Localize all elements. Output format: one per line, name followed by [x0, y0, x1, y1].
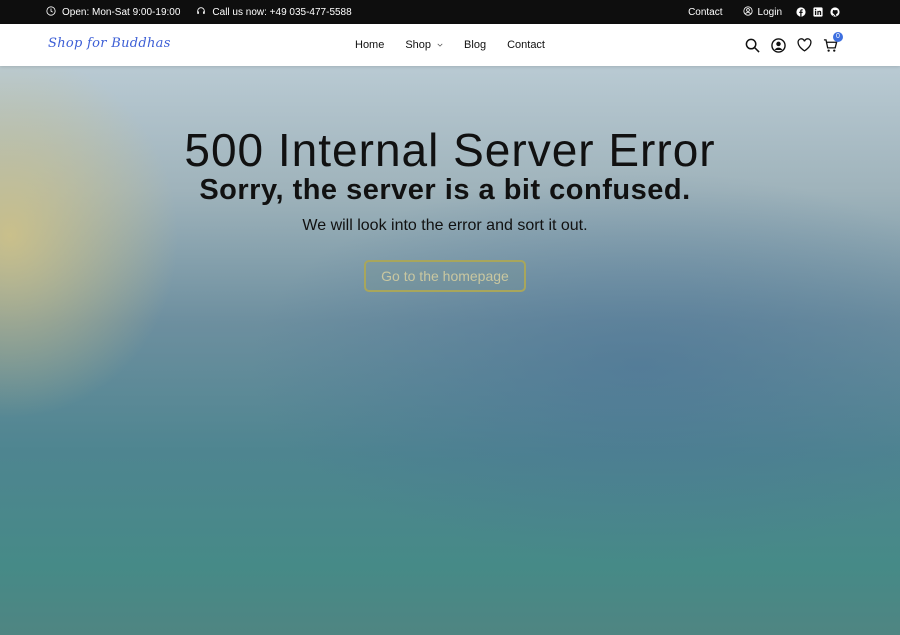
top-bar: Open: Mon-Sat 9:00-19:00 Call us now: +4… — [0, 0, 900, 24]
error-message: We will look into the error and sort it … — [302, 217, 588, 234]
homepage-button[interactable]: Go to the homepage — [364, 260, 526, 292]
user-circle-icon — [742, 5, 753, 19]
linkedin-icon[interactable] — [813, 7, 823, 17]
nav-blog-label: Blog — [464, 39, 487, 51]
nav-blog[interactable]: Blog — [464, 39, 486, 51]
header-actions: 0 — [745, 24, 843, 66]
top-bar-actions: Contact Login — [688, 0, 840, 24]
nav-shop[interactable]: Shop — [405, 39, 443, 51]
cart-icon[interactable]: 0 — [823, 31, 843, 53]
error-title: 500 Internal Server Error — [184, 124, 716, 176]
cart-count-badge: 0 — [833, 31, 843, 42]
nav-home[interactable]: Home — [355, 39, 384, 51]
clock-icon — [46, 5, 56, 19]
search-icon[interactable] — [745, 38, 760, 53]
heart-icon[interactable] — [797, 38, 812, 52]
opening-hours: Open: Mon-Sat 9:00-19:00 — [46, 5, 181, 19]
chevron-down-icon — [437, 39, 443, 51]
headset-icon — [196, 6, 206, 19]
error-hero: 500 Internal Server Error Sorry, the ser… — [0, 66, 900, 635]
nav-contact[interactable]: Contact — [507, 39, 545, 51]
account-icon[interactable] — [771, 37, 786, 53]
phone-info: Call us now: +49 035-477-5588 — [196, 6, 352, 19]
social-links — [796, 7, 840, 17]
login-link[interactable]: Login — [742, 5, 782, 19]
main-header: Shop for Buddhas Home Shop Blog Contact … — [0, 24, 900, 66]
top-bar-info: Open: Mon-Sat 9:00-19:00 Call us now: +4… — [46, 0, 362, 24]
nav-contact-label: Contact — [507, 39, 545, 51]
github-icon[interactable] — [830, 7, 840, 17]
error-subtitle: Sorry, the server is a bit confused. — [199, 174, 691, 206]
nav-shop-label: Shop — [405, 39, 432, 51]
top-contact-link[interactable]: Contact — [688, 7, 722, 18]
opening-hours-text: Open: Mon-Sat 9:00-19:00 — [62, 6, 181, 18]
main-nav: Home Shop Blog Contact — [355, 24, 566, 66]
facebook-icon[interactable] — [796, 7, 806, 17]
login-label: Login — [757, 6, 782, 18]
site-logo[interactable]: Shop for Buddhas — [48, 36, 171, 51]
phone-text: Call us now: +49 035-477-5588 — [212, 6, 352, 18]
nav-home-label: Home — [355, 39, 385, 51]
